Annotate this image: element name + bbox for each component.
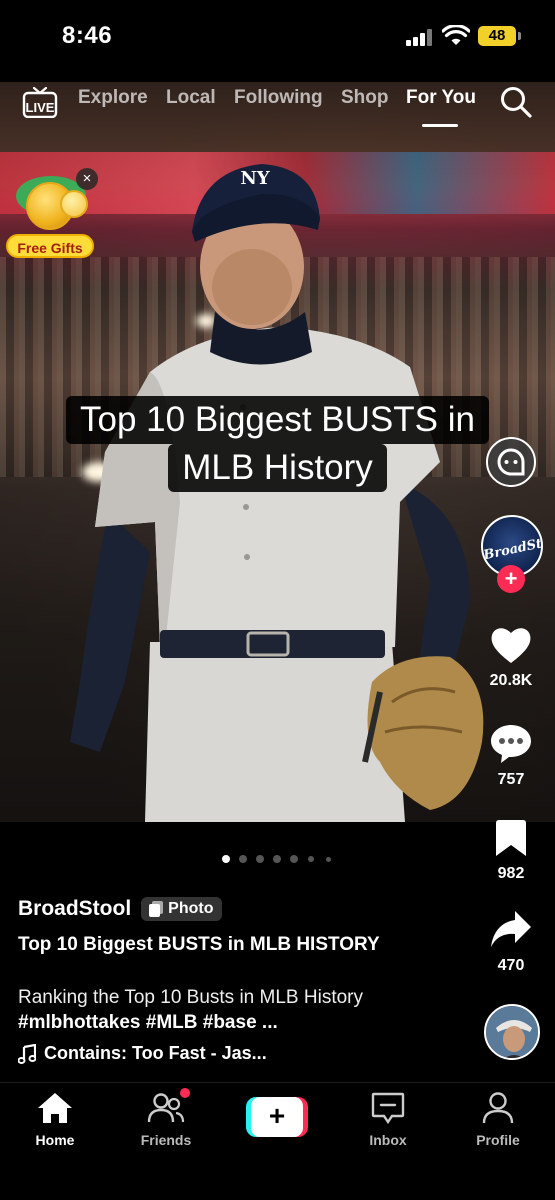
carousel-dot bbox=[290, 855, 298, 863]
close-icon[interactable]: × bbox=[76, 168, 98, 190]
like-button[interactable]: 20.8K bbox=[476, 625, 546, 690]
status-time: 8:46 bbox=[62, 22, 113, 49]
profile-icon bbox=[482, 1092, 514, 1124]
sound-disc[interactable] bbox=[484, 1004, 540, 1060]
svg-text:LIVE: LIVE bbox=[26, 100, 55, 115]
author-name[interactable]: BroadStool bbox=[18, 897, 131, 921]
carousel-dot bbox=[308, 856, 314, 862]
cellular-signal-icon bbox=[406, 28, 434, 46]
post-description[interactable]: Ranking the Top 10 Busts in MLB History … bbox=[18, 985, 458, 1035]
follow-button[interactable]: + bbox=[497, 565, 525, 593]
live-icon[interactable]: LIVE bbox=[22, 86, 58, 119]
home-icon bbox=[38, 1093, 72, 1123]
overlay-line-1: Top 10 Biggest BUSTS in bbox=[66, 396, 489, 444]
post-title: Top 10 Biggest BUSTS in MLB HISTORY bbox=[18, 934, 380, 955]
overlay-line-2: MLB History bbox=[168, 444, 387, 492]
carousel-dot bbox=[326, 856, 331, 862]
music-note-icon bbox=[18, 1043, 36, 1064]
sound-cover-image bbox=[486, 1006, 538, 1058]
comment-icon bbox=[491, 725, 531, 763]
nav-friends-label: Friends bbox=[140, 1132, 192, 1148]
post-hashtags[interactable]: #mlbhottakes #MLB #base ... bbox=[18, 1012, 278, 1033]
plus-icon: + bbox=[251, 1097, 303, 1137]
top-nav: LIVE Explore Local Following Shop For Yo… bbox=[0, 82, 555, 132]
carousel-dot bbox=[256, 855, 264, 863]
comment-count: 757 bbox=[497, 771, 525, 788]
music-label: Contains: Too Fast - Jas... bbox=[44, 1043, 267, 1063]
free-gifts-widget[interactable]: × Free Gifts bbox=[6, 168, 101, 258]
share-arrow-icon bbox=[491, 911, 531, 947]
nav-friends[interactable]: Friends bbox=[121, 1091, 211, 1148]
tab-shop[interactable]: Shop bbox=[341, 87, 389, 109]
ai-chat-button[interactable] bbox=[486, 437, 536, 487]
wifi-icon bbox=[442, 25, 470, 45]
bookmark-icon bbox=[496, 820, 526, 856]
chat-face-icon bbox=[497, 448, 525, 476]
photo-stack-icon bbox=[149, 901, 164, 917]
gift-coin-icon bbox=[60, 190, 88, 218]
nav-inbox-label: Inbox bbox=[369, 1132, 407, 1148]
photo-badge-label: Photo bbox=[168, 900, 214, 917]
inbox-icon bbox=[371, 1092, 405, 1125]
music-row[interactable]: Contains: Too Fast - Jas... bbox=[18, 1043, 267, 1064]
tab-following[interactable]: Following bbox=[234, 87, 323, 109]
save-count: 982 bbox=[497, 865, 525, 882]
search-icon[interactable] bbox=[499, 85, 533, 119]
bottom-nav: Home Friends + Inbox Profile bbox=[0, 1082, 555, 1200]
nav-inbox[interactable]: Inbox bbox=[343, 1091, 433, 1148]
share-button[interactable]: 470 bbox=[476, 908, 546, 975]
tab-explore[interactable]: Explore bbox=[78, 87, 148, 109]
comment-button[interactable]: 757 bbox=[476, 722, 546, 789]
photo-badge: Photo bbox=[141, 897, 222, 921]
nav-home-label: Home bbox=[35, 1132, 75, 1148]
nav-home[interactable]: Home bbox=[10, 1091, 100, 1148]
friends-icon bbox=[147, 1093, 185, 1123]
share-count: 470 bbox=[497, 957, 525, 974]
nav-profile[interactable]: Profile bbox=[453, 1091, 543, 1148]
like-count: 20.8K bbox=[489, 672, 533, 689]
create-button[interactable]: + bbox=[246, 1097, 308, 1137]
carousel-dot bbox=[222, 855, 230, 863]
photo-overlay-text: Top 10 Biggest BUSTS in MLB History bbox=[0, 396, 555, 492]
author-row: BroadStool Photo bbox=[18, 897, 222, 921]
heart-icon bbox=[491, 628, 531, 663]
svg-text:NY: NY bbox=[240, 168, 270, 189]
post-description-text: Ranking the Top 10 Busts in MLB History bbox=[18, 987, 363, 1008]
status-bar: 8:46 48 bbox=[0, 0, 555, 82]
tab-for-you[interactable]: For You bbox=[406, 87, 476, 109]
carousel-dot bbox=[273, 855, 281, 863]
tab-local[interactable]: Local bbox=[166, 87, 216, 109]
battery-indicator: 48 bbox=[478, 26, 521, 46]
free-gifts-label: Free Gifts bbox=[6, 234, 94, 258]
notification-dot bbox=[180, 1088, 190, 1098]
carousel-dot bbox=[239, 855, 247, 863]
save-button[interactable]: 982 bbox=[476, 818, 546, 883]
nav-profile-label: Profile bbox=[476, 1132, 520, 1148]
active-tab-indicator bbox=[422, 124, 458, 127]
